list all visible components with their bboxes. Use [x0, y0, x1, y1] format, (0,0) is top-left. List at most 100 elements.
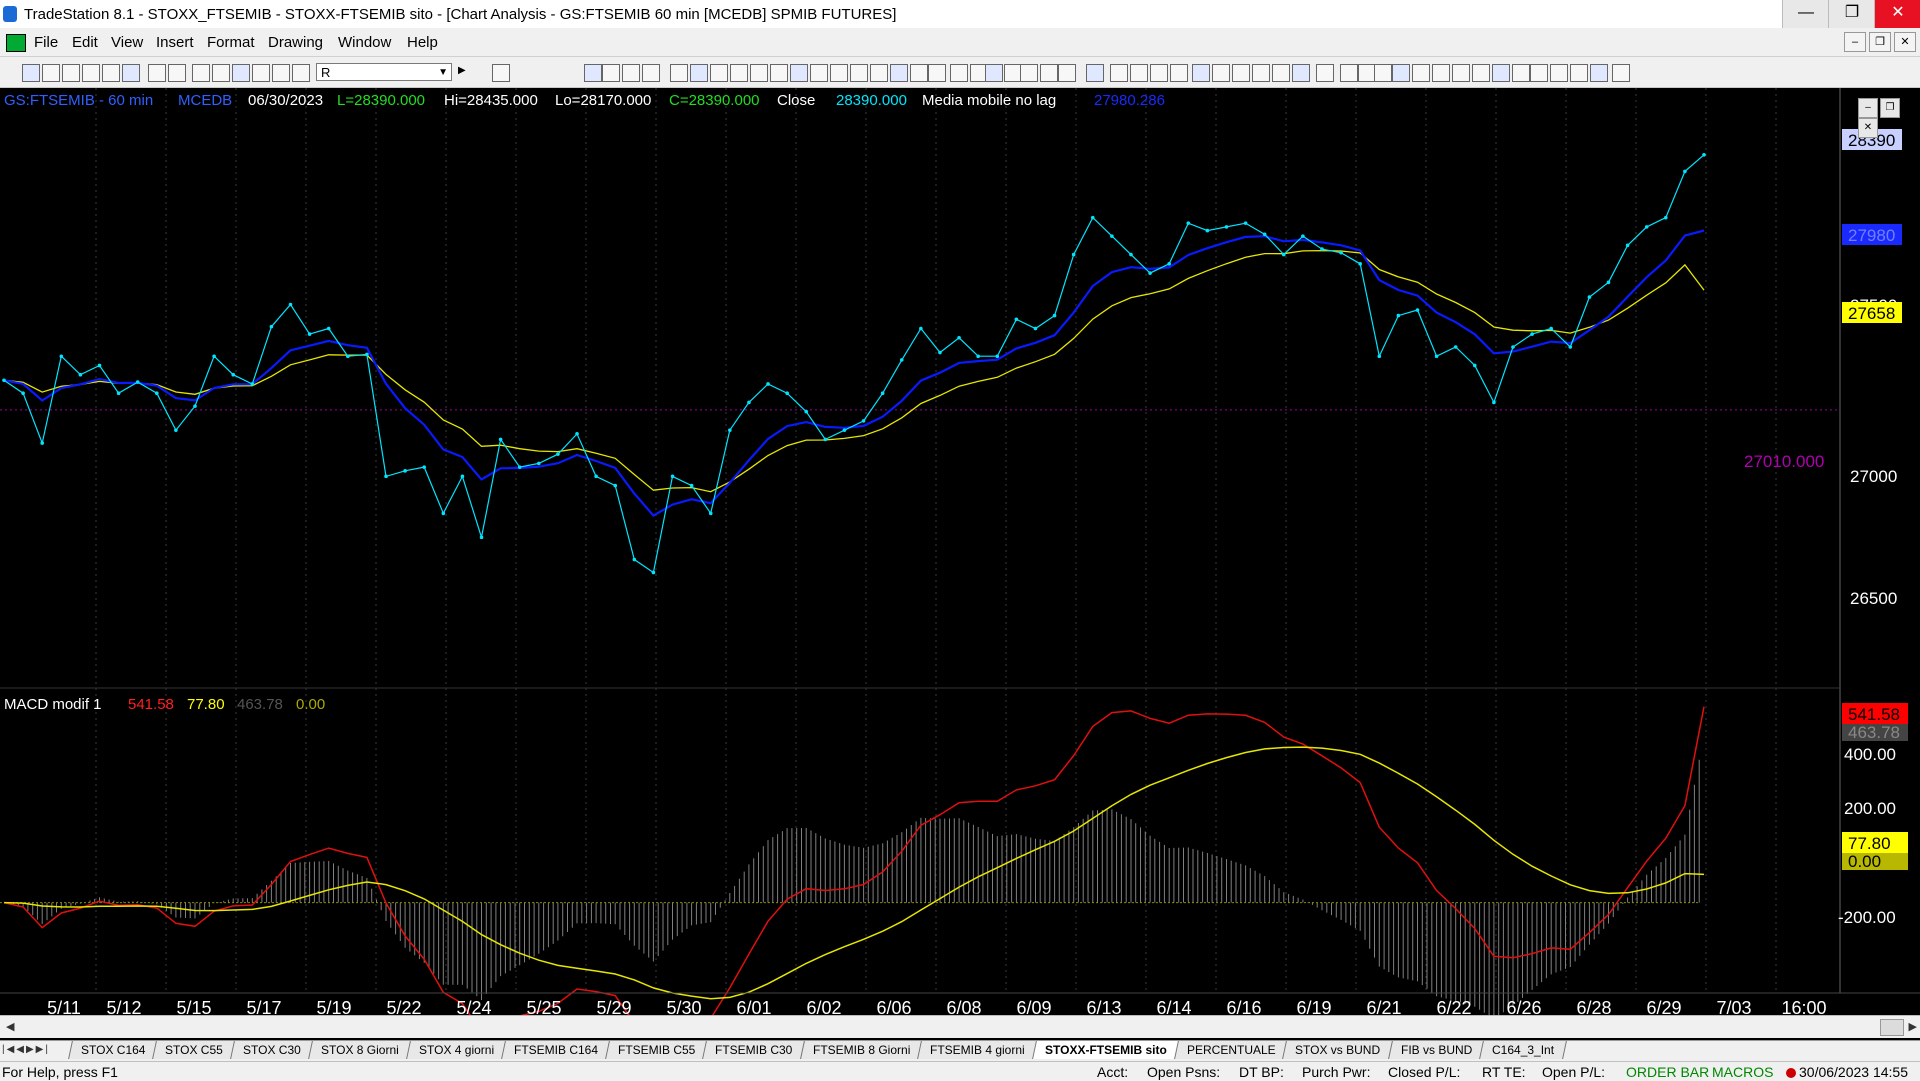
- toolbar-tool-icon[interactable]: [1340, 64, 1358, 82]
- toolbar-tool-icon[interactable]: [928, 64, 946, 82]
- menu-view[interactable]: View: [111, 34, 143, 51]
- tab-3[interactable]: STOX 8 Giorni: [308, 1041, 412, 1059]
- toolbar-tool-icon[interactable]: [1412, 64, 1430, 82]
- chevron-down-icon[interactable]: ▼: [438, 64, 448, 82]
- toolbar-tool-icon[interactable]: [1058, 64, 1076, 82]
- play-arrow-icon[interactable]: ▶: [458, 65, 466, 76]
- toolbar-tool-icon[interactable]: [102, 64, 120, 82]
- toolbar-tool-icon[interactable]: [1232, 64, 1250, 82]
- menu-help[interactable]: Help: [407, 34, 438, 51]
- toolbar-tool-icon[interactable]: [1452, 64, 1470, 82]
- toolbar-tool-icon[interactable]: [710, 64, 728, 82]
- order-bar-indicator[interactable]: ORDER BAR: [1626, 1064, 1709, 1080]
- macros-indicator[interactable]: MACROS: [1712, 1064, 1773, 1080]
- tab-2[interactable]: STOX C30: [230, 1041, 315, 1059]
- toolbar-tool-icon[interactable]: [492, 64, 510, 82]
- toolbar-tool-icon[interactable]: [1170, 64, 1188, 82]
- toolbar-tool-icon[interactable]: [584, 64, 602, 82]
- toolbar-tool-icon[interactable]: [212, 64, 230, 82]
- toolbar-tool-icon[interactable]: [770, 64, 788, 82]
- toolbar-tool-icon[interactable]: [950, 64, 968, 82]
- chart-minimize-button[interactable]: –: [1858, 98, 1878, 118]
- blue-moving-average-line[interactable]: [3, 229, 1705, 518]
- tab-12[interactable]: STOX vs BUND: [1282, 1041, 1394, 1059]
- symbol-input[interactable]: R ▼: [316, 63, 452, 81]
- toolbar-tool-icon[interactable]: [1292, 64, 1310, 82]
- tab-6[interactable]: FTSEMIB C55: [605, 1041, 709, 1059]
- toolbar-tool-icon[interactable]: [292, 64, 310, 82]
- menu-insert[interactable]: Insert: [156, 34, 194, 51]
- toolbar-tool-icon[interactable]: [122, 64, 140, 82]
- toolbar-tool-icon[interactable]: [1512, 64, 1530, 82]
- toolbar-tool-icon[interactable]: [1492, 64, 1510, 82]
- scroll-thumb[interactable]: [1880, 1019, 1904, 1036]
- toolbar-tool-icon[interactable]: [810, 64, 828, 82]
- toolbar-tool-icon[interactable]: [670, 64, 688, 82]
- tab-14[interactable]: C164_3_Int: [1478, 1041, 1567, 1059]
- toolbar-tool-icon[interactable]: [272, 64, 290, 82]
- toolbar-tool-icon[interactable]: [1432, 64, 1450, 82]
- toolbar-tool-icon[interactable]: [1272, 64, 1290, 82]
- toolbar-tool-icon[interactable]: [910, 64, 928, 82]
- toolbar-tool-icon[interactable]: [82, 64, 100, 82]
- chart-restore-button[interactable]: ❐: [1880, 98, 1900, 118]
- toolbar-tool-icon[interactable]: [1110, 64, 1128, 82]
- toolbar-tool-icon[interactable]: [148, 64, 166, 82]
- yellow-moving-average-line[interactable]: [3, 249, 1705, 493]
- mdi-close-button[interactable]: ✕: [1894, 32, 1916, 52]
- toolbar-tool-icon[interactable]: [730, 64, 748, 82]
- toolbar-tool-icon[interactable]: [232, 64, 250, 82]
- close-button[interactable]: ✕: [1874, 0, 1920, 28]
- tab-5[interactable]: FTSEMIB C164: [501, 1041, 612, 1059]
- toolbar-tool-icon[interactable]: [1252, 64, 1270, 82]
- tab-0[interactable]: STOX C164: [68, 1041, 159, 1059]
- toolbar-tool-icon[interactable]: [1086, 64, 1104, 82]
- toolbar-tool-icon[interactable]: [870, 64, 888, 82]
- mdi-restore-button[interactable]: ❐: [1869, 32, 1891, 52]
- toolbar-tool-icon[interactable]: [890, 64, 908, 82]
- toolbar-tool-icon[interactable]: [1550, 64, 1568, 82]
- toolbar-tool-icon[interactable]: [1472, 64, 1490, 82]
- chart-window-icon[interactable]: [6, 34, 26, 52]
- toolbar-tool-icon[interactable]: [168, 64, 186, 82]
- toolbar-tool-icon[interactable]: [1570, 64, 1588, 82]
- price-line[interactable]: [3, 154, 1705, 574]
- scroll-left-icon[interactable]: ◀: [6, 1020, 14, 1033]
- chart-analysis-window[interactable]: GS:FTSEMIB - 60 min MCEDB 06/30/2023 L=2…: [0, 88, 1920, 1022]
- toolbar-tool-icon[interactable]: [690, 64, 708, 82]
- menu-drawing[interactable]: Drawing: [268, 34, 323, 51]
- mdi-minimize-button[interactable]: –: [1844, 32, 1866, 52]
- toolbar-tool-icon[interactable]: [1150, 64, 1168, 82]
- horizontal-scrollbar[interactable]: ◀ ▶: [0, 1015, 1920, 1038]
- toolbar-tool-icon[interactable]: [830, 64, 848, 82]
- toolbar-tool-icon[interactable]: [22, 64, 40, 82]
- menu-window[interactable]: Window: [338, 34, 391, 51]
- menu-edit[interactable]: Edit: [72, 34, 98, 51]
- toolbar-tool-icon[interactable]: [252, 64, 270, 82]
- toolbar-tool-icon[interactable]: [642, 64, 660, 82]
- toolbar-tool-icon[interactable]: [1530, 64, 1548, 82]
- scroll-right-icon[interactable]: ▶: [1909, 1020, 1917, 1033]
- menu-format[interactable]: Format: [207, 34, 255, 51]
- toolbar-tool-icon[interactable]: [1040, 64, 1058, 82]
- toolbar-tool-icon[interactable]: [602, 64, 620, 82]
- tab-7[interactable]: FTSEMIB C30: [702, 1041, 806, 1059]
- maximize-button[interactable]: ❐: [1828, 0, 1875, 28]
- toolbar-tool-icon[interactable]: [790, 64, 808, 82]
- toolbar-tool-icon[interactable]: [985, 64, 1003, 82]
- minimize-button[interactable]: —: [1782, 0, 1829, 28]
- toolbar-tool-icon[interactable]: [1316, 64, 1334, 82]
- toolbar-tool-icon[interactable]: [750, 64, 768, 82]
- toolbar-tool-icon[interactable]: [192, 64, 210, 82]
- tab-8[interactable]: FTSEMIB 8 Giorni: [799, 1041, 924, 1059]
- toolbar-tool-icon[interactable]: [622, 64, 640, 82]
- tab-11[interactable]: PERCENTUALE: [1173, 1041, 1289, 1059]
- toolbar-tool-icon[interactable]: [1392, 64, 1410, 82]
- tab-13[interactable]: FIB vs BUND: [1387, 1041, 1485, 1059]
- toolbar-tool-icon[interactable]: [1020, 64, 1038, 82]
- toolbar-tool-icon[interactable]: [1212, 64, 1230, 82]
- tab-9[interactable]: FTSEMIB 4 giorni: [917, 1041, 1038, 1059]
- tab-4[interactable]: STOX 4 giorni: [406, 1041, 507, 1059]
- toolbar-tool-icon[interactable]: [1130, 64, 1148, 82]
- toolbar-tool-icon[interactable]: [62, 64, 80, 82]
